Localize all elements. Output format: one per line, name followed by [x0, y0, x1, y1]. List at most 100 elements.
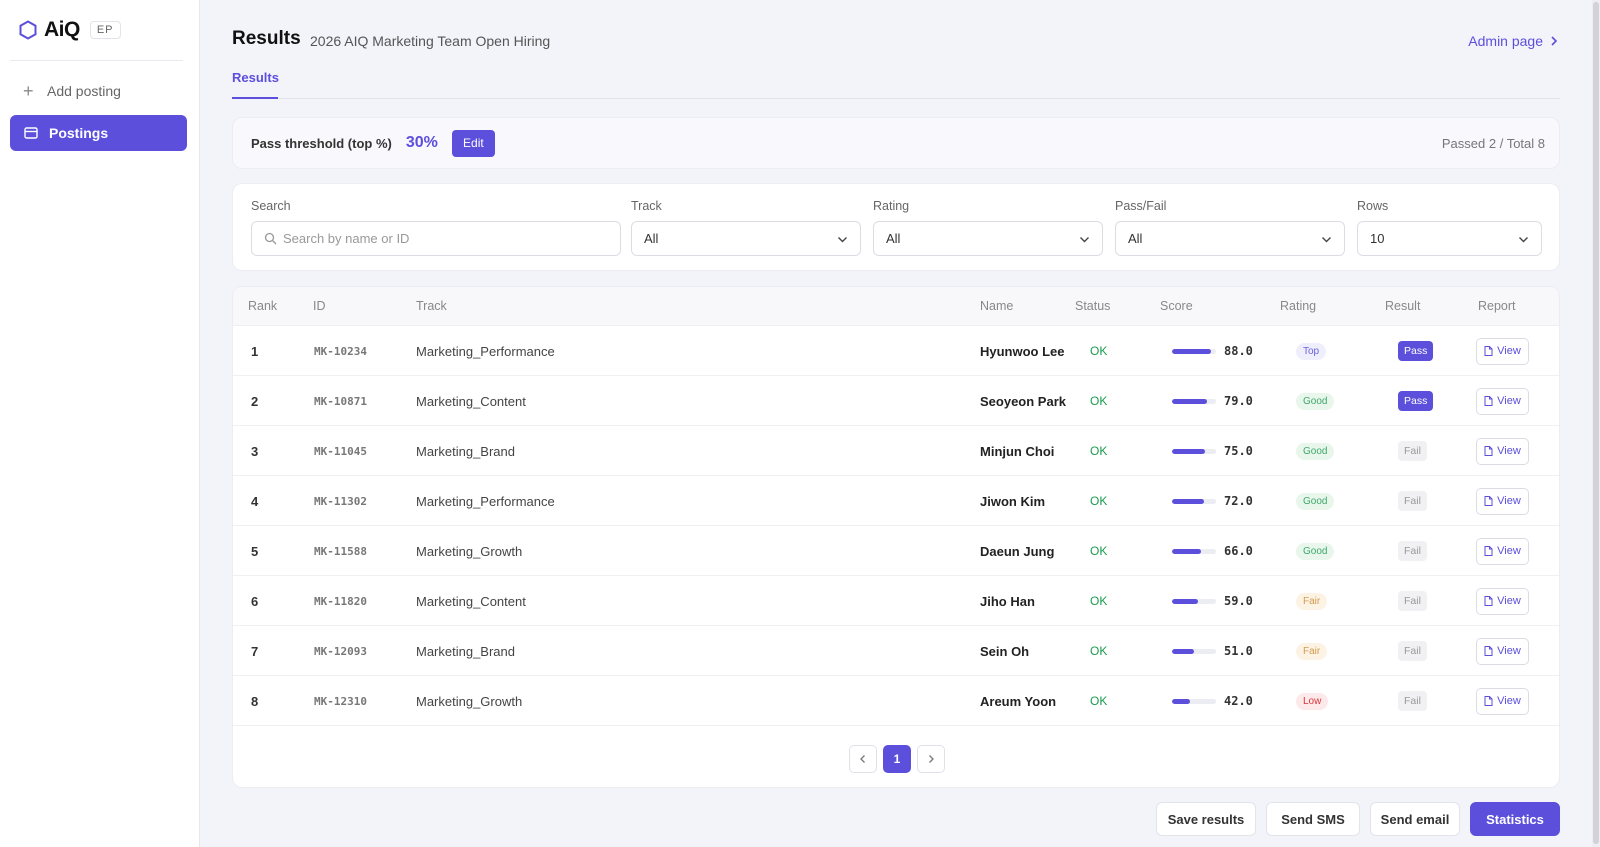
page-title: Results: [232, 28, 301, 49]
result-cell: Fail: [1398, 626, 1427, 676]
id-cell: MK-12093: [314, 644, 367, 658]
view-report-button[interactable]: View: [1476, 587, 1529, 615]
score-value: 79.0: [1224, 394, 1253, 408]
action-bar: Save results Send SMS Send email Statist…: [1146, 802, 1560, 836]
id-cell: MK-11820: [314, 594, 367, 608]
save-results-button[interactable]: Save results: [1156, 802, 1256, 836]
send-sms-button[interactable]: Send SMS: [1266, 802, 1360, 836]
rows-select[interactable]: 10: [1357, 221, 1542, 256]
track-cell: Marketing_Performance: [416, 343, 555, 359]
rank-cell: 5: [251, 543, 259, 559]
table-row: 8 MK-12310 Marketing_Growth Areum Yoon OK 42.…: [233, 676, 1559, 726]
view-report-button[interactable]: View: [1476, 637, 1529, 665]
id-cell: MK-10871: [314, 394, 367, 408]
page-button-1[interactable]: 1: [883, 745, 911, 773]
add-posting-button[interactable]: + Add posting: [10, 73, 189, 109]
view-report-button[interactable]: View: [1476, 537, 1529, 565]
view-report-button[interactable]: View: [1476, 387, 1529, 415]
admin-page-link[interactable]: Admin page: [1468, 33, 1560, 49]
rating-select[interactable]: All: [873, 221, 1103, 256]
search-placeholder: Search by name or ID: [283, 231, 410, 246]
view-report-button[interactable]: View: [1476, 687, 1529, 715]
result-cell: Fail: [1398, 426, 1427, 476]
prev-page-button[interactable]: [849, 745, 877, 773]
report-cell: View: [1476, 626, 1529, 676]
rank-cell: 2: [251, 393, 259, 409]
next-page-button[interactable]: [917, 745, 945, 773]
score-cell: 75.0: [1172, 426, 1253, 476]
view-report-button[interactable]: View: [1476, 487, 1529, 515]
document-icon: [1484, 696, 1493, 706]
result-badge: Fail: [1398, 441, 1427, 461]
report-cell: View: [1476, 426, 1529, 476]
result-badge: Fail: [1398, 691, 1427, 711]
brand: AiQ EP: [0, 0, 199, 60]
chevron-down-icon: [1322, 237, 1331, 243]
track-label: Track: [631, 199, 662, 213]
score-bar: [1172, 398, 1216, 404]
view-label: View: [1497, 495, 1521, 507]
view-label: View: [1497, 395, 1521, 407]
scrollbar-thumb[interactable]: [1593, 2, 1599, 844]
column-header-rating: Rating: [1280, 299, 1317, 313]
score-bar: [1172, 698, 1216, 704]
hexagon-logo-icon: [19, 20, 37, 40]
rating-cell: Good: [1296, 526, 1335, 576]
table-header: Rank ID Track Name Status Score Rating R…: [233, 287, 1559, 326]
edit-threshold-button[interactable]: Edit: [451, 129, 495, 157]
passfail-select[interactable]: All: [1115, 221, 1345, 256]
view-report-button[interactable]: View: [1476, 337, 1529, 365]
brand-badge: EP: [89, 21, 121, 39]
rating-cell: Good: [1296, 376, 1335, 426]
id-cell: MK-10234: [314, 344, 367, 358]
rank-cell: 7: [251, 643, 259, 659]
column-header-name: Name: [980, 299, 1014, 313]
score-bar-fill: [1172, 398, 1207, 404]
sidebar: AiQ EP + Add posting Postings: [0, 0, 200, 847]
name-cell: Minjun Choi: [980, 443, 1055, 459]
report-cell: View: [1476, 676, 1529, 726]
result-badge: Fail: [1398, 541, 1427, 561]
rank-cell: 8: [251, 693, 259, 709]
send-email-button[interactable]: Send email: [1370, 802, 1460, 836]
search-input[interactable]: Search by name or ID: [251, 221, 621, 256]
result-badge: Pass: [1398, 341, 1434, 361]
rating-badge: Good: [1296, 442, 1335, 460]
score-bar: [1172, 348, 1216, 354]
score-bar-fill: [1172, 698, 1191, 704]
rows-filter: Rows 10: [1357, 199, 1542, 256]
plus-icon: +: [23, 81, 34, 101]
view-label: View: [1497, 645, 1521, 657]
admin-link-label: Admin page: [1468, 33, 1543, 49]
report-cell: View: [1476, 476, 1529, 526]
rank-cell: 4: [251, 493, 259, 509]
tab-results[interactable]: Results: [232, 70, 279, 99]
column-header-score: Score: [1160, 299, 1193, 313]
column-header-report: Report: [1478, 299, 1516, 313]
pagination: 1: [849, 745, 951, 773]
status-cell: OK: [1090, 694, 1108, 708]
status-cell: OK: [1090, 544, 1108, 558]
vertical-scrollbar[interactable]: [1592, 0, 1600, 847]
statistics-button[interactable]: Statistics: [1470, 802, 1560, 836]
document-icon: [1484, 446, 1493, 456]
score-bar-fill: [1172, 648, 1195, 654]
view-report-button[interactable]: View: [1476, 437, 1529, 465]
chevron-right-icon: [929, 755, 934, 763]
sidebar-item-postings[interactable]: Postings: [10, 115, 187, 151]
table-row: 6 MK-11820 Marketing_Content Jiho Han OK 59.0…: [233, 576, 1559, 626]
rank-cell: 1: [251, 343, 259, 359]
table-row: 5 MK-11588 Marketing_Growth Daeun Jung OK 66.…: [233, 526, 1559, 576]
name-cell: Seoyeon Park: [980, 393, 1066, 409]
document-icon: [1484, 646, 1493, 656]
rows-label: Rows: [1357, 199, 1389, 213]
report-cell: View: [1476, 576, 1529, 626]
rating-cell: Fair: [1296, 626, 1328, 676]
threshold-label: Pass threshold (top %): [251, 135, 392, 151]
rows-value: 10: [1370, 231, 1385, 246]
score-bar-fill: [1172, 598, 1198, 604]
status-cell: OK: [1090, 444, 1108, 458]
track-select[interactable]: All: [631, 221, 861, 256]
result-cell: Pass: [1398, 326, 1434, 376]
track-cell: Marketing_Growth: [416, 543, 523, 559]
